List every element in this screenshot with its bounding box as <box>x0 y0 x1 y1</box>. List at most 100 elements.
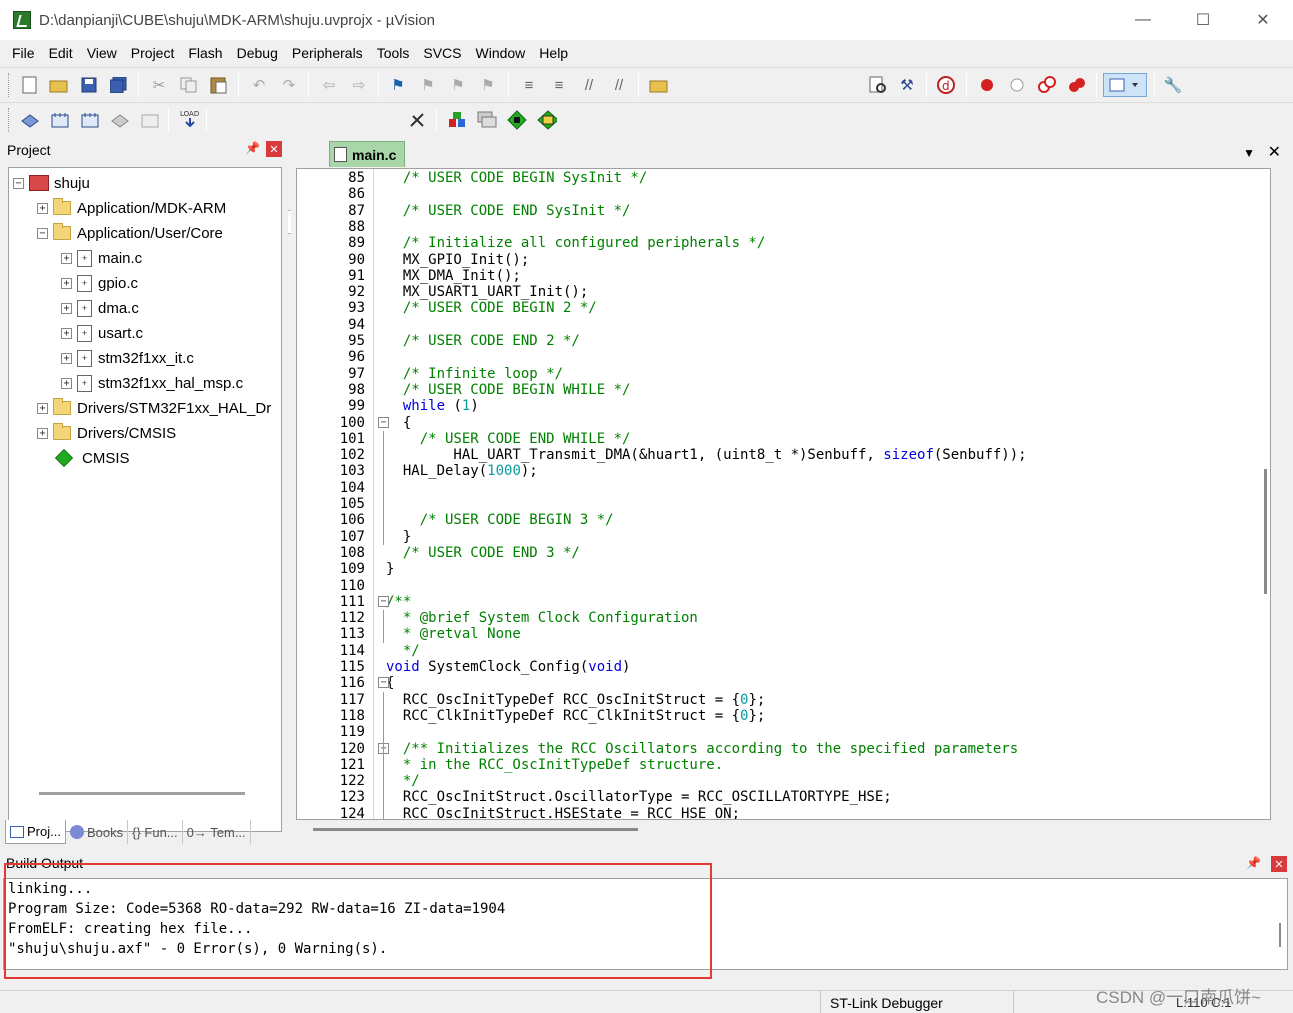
code-line[interactable]: 121 * in the RCC_OscInitTypeDef structur… <box>297 757 1270 773</box>
tree-file[interactable]: + + usart.c <box>61 321 143 345</box>
code-line[interactable]: 102 HAL_UART_Transmit_DMA(&huart1, (uint… <box>297 447 1270 463</box>
code-line[interactable]: 117 RCC_OscInitTypeDef RCC_OscInitStruct… <box>297 692 1270 708</box>
editor-horizontal-scrollbar[interactable] <box>313 828 638 831</box>
code-line[interactable]: 85 /* USER CODE BEGIN SysInit */ <box>297 170 1270 186</box>
code-line[interactable]: 95 /* USER CODE END 2 */ <box>297 333 1270 349</box>
tree-file[interactable]: + + stm32f1xx_hal_msp.c <box>61 371 243 395</box>
tab-books[interactable]: Books <box>66 820 129 844</box>
manage-project-items-icon[interactable] <box>447 110 467 130</box>
menu-debug[interactable]: Debug <box>230 45 285 61</box>
save-icon[interactable] <box>79 75 99 95</box>
code-line[interactable]: 87 /* USER CODE END SysInit */ <box>297 203 1270 219</box>
rebuild-icon[interactable] <box>80 110 100 130</box>
indent-icon[interactable]: ≡ <box>519 75 539 95</box>
close-panel-icon[interactable]: ✕ <box>266 141 282 157</box>
code-line[interactable]: 114 */ <box>297 643 1270 659</box>
comment-icon[interactable]: // <box>579 75 599 95</box>
tab-main-c[interactable]: main.c <box>329 141 405 167</box>
fold-collapse-icon[interactable]: − <box>378 677 389 689</box>
code-line[interactable]: 97 /* Infinite loop */ <box>297 366 1270 382</box>
expand-icon[interactable]: + <box>61 252 72 264</box>
code-line[interactable]: 107 } <box>297 529 1270 545</box>
fold-collapse-icon[interactable]: − <box>378 416 389 428</box>
tree-horizontal-scrollbar[interactable] <box>39 792 245 795</box>
minimize-button[interactable]: — <box>1113 0 1173 40</box>
code-line[interactable]: 120 /** Initializes the RCC Oscillators … <box>297 741 1270 757</box>
expand-icon[interactable]: + <box>61 277 72 289</box>
expand-icon[interactable]: + <box>61 302 72 314</box>
collapse-icon[interactable]: − <box>13 177 24 189</box>
unindent-icon[interactable]: ≡ <box>549 75 569 95</box>
clear-bookmarks-icon[interactable]: ⚑ <box>478 75 498 95</box>
undo-icon[interactable]: ↶ <box>249 75 269 95</box>
toolbar-grip[interactable] <box>8 108 11 132</box>
code-line[interactable]: 88 <box>297 219 1270 235</box>
menu-edit[interactable]: Edit <box>42 45 80 61</box>
expand-icon[interactable]: + <box>61 377 72 389</box>
expand-icon[interactable]: + <box>61 327 72 339</box>
code-line[interactable]: 118 RCC_ClkInitTypeDef RCC_ClkInitStruct… <box>297 708 1270 724</box>
menu-window[interactable]: Window <box>469 45 533 61</box>
translate-icon[interactable] <box>20 110 40 130</box>
paste-icon[interactable] <box>209 75 229 95</box>
build-output-text[interactable]: linking... Program Size: Code=5368 RO-da… <box>3 878 1288 970</box>
code-line[interactable]: 106 /* USER CODE BEGIN 3 */ <box>297 512 1270 528</box>
collapse-icon[interactable]: − <box>37 227 48 239</box>
window-layout-dropdown-icon[interactable] <box>1103 73 1147 97</box>
code-line[interactable]: 91 MX_DMA_Init(); <box>297 268 1270 284</box>
menu-tools[interactable]: Tools <box>370 45 417 61</box>
editor-vertical-scrollbar[interactable] <box>1264 469 1267 594</box>
manage-run-time-environment-icon[interactable] <box>507 110 527 130</box>
batch-build-icon[interactable] <box>110 110 130 130</box>
insert-breakpoint-icon[interactable] <box>977 75 997 95</box>
code-line[interactable]: 115 void SystemClock_Config(void) <box>297 659 1270 675</box>
code-line[interactable]: 122 */ <box>297 773 1270 789</box>
tree-file[interactable]: + + stm32f1xx_it.c <box>61 346 194 370</box>
code-line[interactable]: 98 /* USER CODE BEGIN WHILE */ <box>297 382 1270 398</box>
copy-icon[interactable] <box>179 75 199 95</box>
code-line[interactable]: 89 /* Initialize all configured peripher… <box>297 235 1270 251</box>
start-debug-session-icon[interactable]: d <box>936 75 956 95</box>
tab-templates[interactable]: 0→ Tem... <box>183 820 251 844</box>
menu-project[interactable]: Project <box>124 45 182 61</box>
download-load-icon[interactable]: LOAD <box>179 109 199 129</box>
pack-installer-icon[interactable] <box>537 110 557 130</box>
expand-icon[interactable]: + <box>61 352 72 364</box>
tree-file[interactable]: + + dma.c <box>61 296 139 320</box>
code-line[interactable]: 93 /* USER CODE BEGIN 2 */ <box>297 300 1270 316</box>
tab-functions[interactable]: {} Fun... <box>128 820 183 844</box>
incremental-find-icon[interactable]: ⚒ <box>897 75 917 95</box>
navigate-back-icon[interactable]: ⇦ <box>319 75 339 95</box>
code-line[interactable]: 113 * @retval None <box>297 626 1270 642</box>
tab-list-dropdown-icon[interactable]: ▼ <box>1243 146 1255 160</box>
cut-icon[interactable]: ✂ <box>149 75 169 95</box>
disable-all-breakpoints-icon[interactable] <box>1037 75 1057 95</box>
expand-icon[interactable]: + <box>37 402 48 414</box>
select-packs-icon[interactable] <box>477 110 497 130</box>
expand-icon[interactable]: + <box>37 427 48 439</box>
find-in-files-icon[interactable] <box>649 75 669 95</box>
next-bookmark-icon[interactable]: ⚑ <box>448 75 468 95</box>
code-line[interactable]: 124 RCC_OscInitStruct.HSEState = RCC_HSE… <box>297 806 1270 819</box>
menu-flash[interactable]: Flash <box>181 45 229 61</box>
tree-file[interactable]: + + main.c <box>61 246 142 270</box>
find-icon[interactable] <box>868 75 888 95</box>
code-line[interactable]: 99 while (1) <box>297 398 1270 414</box>
redo-icon[interactable]: ↷ <box>279 75 299 95</box>
tree-component[interactable]: CMSIS <box>53 446 130 470</box>
code-line[interactable]: 119 <box>297 724 1270 740</box>
tree-file[interactable]: + + gpio.c <box>61 271 138 295</box>
code-line[interactable]: 108 /* USER CODE END 3 */ <box>297 545 1270 561</box>
tab-project[interactable]: Proj... <box>5 820 66 844</box>
code-line[interactable]: 111 /** <box>297 594 1270 610</box>
toolbar-grip[interactable] <box>8 73 11 97</box>
configure-wrench-icon[interactable]: 🔧 <box>1163 75 1183 95</box>
pin-icon[interactable]: 📌 <box>245 141 260 155</box>
code-line[interactable]: 100 { <box>297 415 1270 431</box>
expand-icon[interactable]: + <box>37 202 48 214</box>
menu-file[interactable]: File <box>5 45 42 61</box>
code-line[interactable]: 123 RCC_OscInitStruct.OscillatorType = R… <box>297 789 1270 805</box>
code-line[interactable]: 112 * @brief System Clock Configuration <box>297 610 1270 626</box>
build-icon[interactable] <box>50 110 70 130</box>
code-line[interactable]: 116{ <box>297 675 1270 691</box>
